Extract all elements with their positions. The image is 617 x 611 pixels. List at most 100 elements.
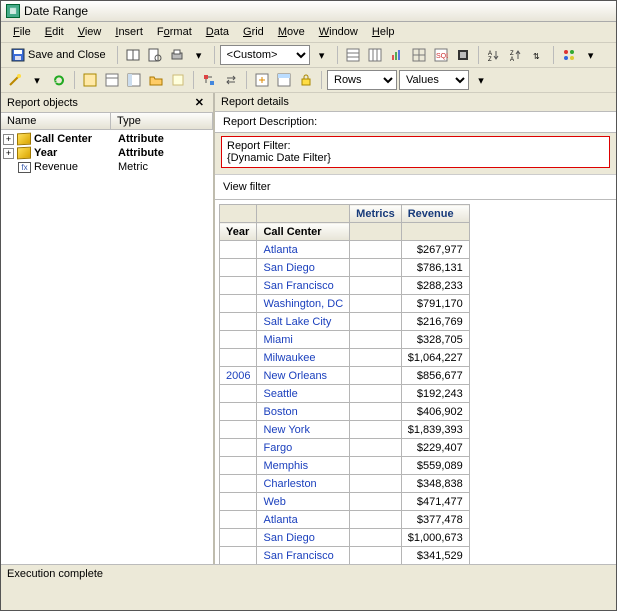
grid-mode1-icon[interactable]: [343, 45, 363, 65]
merge-icon[interactable]: [274, 70, 294, 90]
year-cell-empty: [220, 259, 257, 277]
table-row[interactable]: Washington, DC$791,170: [220, 295, 470, 313]
menu-help[interactable]: Help: [366, 24, 401, 40]
tree-item-type: Attribute: [118, 147, 164, 159]
menu-insert[interactable]: Insert: [109, 24, 149, 40]
pivot-icon[interactable]: [199, 70, 219, 90]
table-row[interactable]: Milwaukee$1,064,227: [220, 349, 470, 367]
menu-edit[interactable]: Edit: [39, 24, 70, 40]
year-header[interactable]: Year: [220, 223, 257, 241]
col-name-header[interactable]: Name: [1, 113, 111, 129]
callcenter-cell: San Diego: [257, 529, 350, 547]
revenue-header[interactable]: Revenue: [401, 205, 469, 223]
save-and-close-button[interactable]: Save and Close: [5, 46, 112, 64]
revenue-cell: $267,977: [401, 241, 469, 259]
table-row[interactable]: Atlanta$267,977: [220, 241, 470, 259]
chart-icon[interactable]: [387, 45, 407, 65]
table-row[interactable]: New York$1,839,393: [220, 421, 470, 439]
sql-icon[interactable]: SQL: [431, 45, 451, 65]
table-row[interactable]: Charleston$348,838: [220, 475, 470, 493]
palette-icon[interactable]: [559, 45, 579, 65]
report-filter-value: {Dynamic Date Filter}: [227, 152, 604, 164]
film-icon[interactable]: [453, 45, 473, 65]
layout-grid-icon[interactable]: [409, 45, 429, 65]
print-icon[interactable]: [167, 45, 187, 65]
table-row[interactable]: San Diego$786,131: [220, 259, 470, 277]
table-row[interactable]: San Diego $1,000,673: [220, 529, 470, 547]
year-cell-empty: [220, 331, 257, 349]
year-cell-empty: [220, 475, 257, 493]
lock-icon[interactable]: [296, 70, 316, 90]
callcenter-cell: Seattle: [257, 385, 350, 403]
dropdown-arrow3-icon[interactable]: ▾: [581, 45, 601, 65]
table-row[interactable]: Web$471,477: [220, 493, 470, 511]
menu-view[interactable]: View: [72, 24, 108, 40]
report-filter-label: Report Filter:: [227, 140, 604, 152]
menu-grid[interactable]: Grid: [237, 24, 270, 40]
az-settings-icon[interactable]: ⇅: [528, 45, 548, 65]
metrics-cell: [350, 529, 402, 547]
preview-icon[interactable]: [145, 45, 165, 65]
refresh-icon[interactable]: [49, 70, 69, 90]
col-type-header[interactable]: Type: [111, 113, 213, 129]
year-cell-empty: [220, 403, 257, 421]
table-row[interactable]: Fargo$229,407: [220, 439, 470, 457]
menu-format[interactable]: Format: [151, 24, 198, 40]
menu-file[interactable]: File: [7, 24, 37, 40]
menu-move[interactable]: Move: [272, 24, 311, 40]
close-pane-button[interactable]: ✕: [192, 96, 207, 109]
dropdown-arrow2-icon[interactable]: ▾: [312, 45, 332, 65]
metrics-cell: [350, 259, 402, 277]
table1-icon[interactable]: [80, 70, 100, 90]
dropdown-arrow-icon[interactable]: ▾: [189, 45, 209, 65]
tree-row[interactable]: fxRevenueMetric: [1, 160, 213, 174]
sort-za-icon[interactable]: ZA: [506, 45, 526, 65]
table-row[interactable]: Seattle$192,243: [220, 385, 470, 403]
grid-mode2-icon[interactable]: [365, 45, 385, 65]
revenue-cell: $1,000,673: [401, 529, 469, 547]
wand-icon[interactable]: [5, 70, 25, 90]
view-filter-label[interactable]: View filter: [215, 174, 616, 200]
expand-icon[interactable]: +: [3, 148, 14, 159]
table-row[interactable]: Boston$406,902: [220, 403, 470, 421]
book-icon[interactable]: [123, 45, 143, 65]
metrics-cell: [350, 295, 402, 313]
autosize-icon[interactable]: [252, 70, 272, 90]
tree-item-name: Call Center: [34, 133, 118, 145]
callcenter-cell: Web: [257, 493, 350, 511]
tree-row[interactable]: +YearAttribute: [1, 146, 213, 160]
grid-area: Metrics Revenue Year Call Center Atlanta…: [215, 200, 616, 564]
table2-icon[interactable]: [102, 70, 122, 90]
dropdown-arrow4-icon[interactable]: ▾: [27, 70, 47, 90]
table-row[interactable]: San Francisco$341,529: [220, 547, 470, 565]
expand-icon[interactable]: +: [3, 134, 14, 145]
menu-data[interactable]: Data: [200, 24, 235, 40]
table-row[interactable]: Memphis$559,089: [220, 457, 470, 475]
window-title: Date Range: [24, 4, 88, 18]
dropdown-arrow5-icon[interactable]: ▾: [471, 70, 491, 90]
report-grid[interactable]: Metrics Revenue Year Call Center Atlanta…: [219, 204, 470, 564]
folder-icon[interactable]: [146, 70, 166, 90]
table-row[interactable]: Miami$328,705: [220, 331, 470, 349]
table-row[interactable]: Salt Lake City$216,769: [220, 313, 470, 331]
table-row[interactable]: Atlanta$377,478: [220, 511, 470, 529]
corner-cell: [220, 205, 257, 223]
rows-select[interactable]: Rows: [327, 70, 397, 90]
year-cell-empty: [220, 349, 257, 367]
values-select[interactable]: Values: [399, 70, 469, 90]
custom-select[interactable]: <Custom>: [220, 45, 310, 65]
sort-az-icon[interactable]: AZ: [484, 45, 504, 65]
swap-icon[interactable]: [221, 70, 241, 90]
tree-row[interactable]: +Call CenterAttribute: [1, 132, 213, 146]
table-row[interactable]: 2006New Orleans$856,677: [220, 367, 470, 385]
callcenter-header[interactable]: Call Center: [257, 223, 350, 241]
table-row[interactable]: San Francisco$288,233: [220, 277, 470, 295]
callcenter-cell: Fargo: [257, 439, 350, 457]
metrics-cell: [350, 475, 402, 493]
note-icon[interactable]: [168, 70, 188, 90]
report-details-header: Report details: [215, 93, 616, 112]
table3-icon[interactable]: [124, 70, 144, 90]
report-objects-header: Report objects ✕: [1, 93, 213, 113]
metrics-header[interactable]: Metrics: [350, 205, 402, 223]
menu-window[interactable]: Window: [313, 24, 364, 40]
